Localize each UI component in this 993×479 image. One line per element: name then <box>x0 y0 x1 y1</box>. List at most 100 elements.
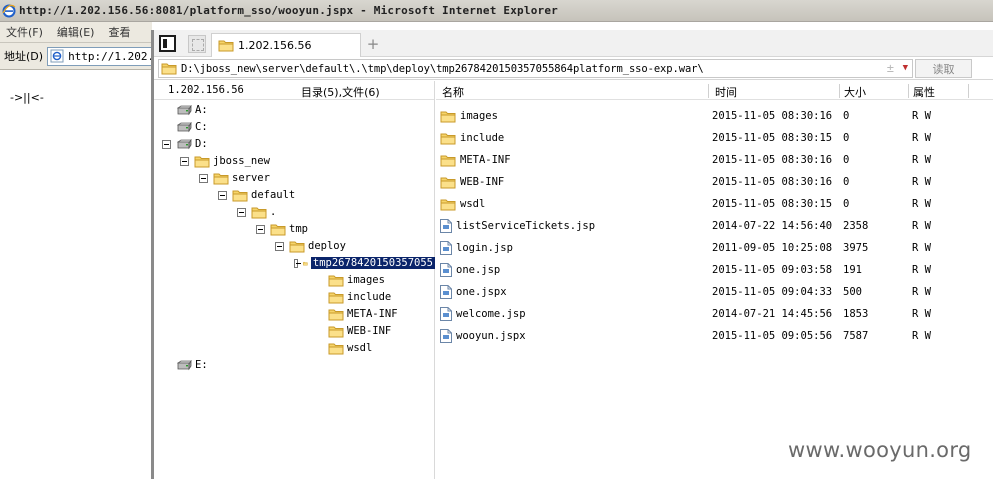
add-tab-button[interactable]: + <box>365 35 381 53</box>
path-bar: D:\jboss_new\server\default\.\tmp\deploy… <box>154 57 993 80</box>
ie-window-title: http://1.202.156.56:8081/platform_sso/wo… <box>19 4 558 17</box>
tree-node-meta-inf[interactable]: META-INF <box>328 306 398 322</box>
tree-node-drive-c[interactable]: C: <box>176 119 208 135</box>
file-name: login.jsp <box>456 242 513 254</box>
tree-count: 目录(5),文件(6) <box>301 86 380 99</box>
cell-name: listServiceTickets.jsp <box>440 219 595 233</box>
collapse-toggle-icon[interactable] <box>218 190 227 200</box>
folder-icon <box>232 189 248 202</box>
cell-attr: R W <box>912 220 931 232</box>
collapse-toggle-icon[interactable] <box>199 173 208 183</box>
menu-view[interactable]: 查看 <box>108 24 130 40</box>
cell-attr: R W <box>912 242 931 254</box>
folder-icon <box>251 206 267 219</box>
read-button[interactable]: 读取 <box>915 59 972 78</box>
file-name: one.jsp <box>456 264 501 276</box>
file-manager-window: 1.202.156.56 + D:\jboss_new\server\defau… <box>151 30 993 479</box>
panel-toggle-icon[interactable] <box>159 35 176 52</box>
cell-attr: R W <box>912 176 931 188</box>
table-row[interactable]: listServiceTickets.jsp 2014-07-22 14:56:4… <box>436 215 993 237</box>
tab-host[interactable]: 1.202.156.56 <box>211 33 361 57</box>
tree-node-drive-e[interactable]: E: <box>176 357 208 373</box>
directory-tree: 1.202.156.56 目录(5),文件(6) A: C: D: jboss_… <box>154 81 435 479</box>
tree-node-tmp[interactable]: tmp <box>256 221 308 237</box>
chevron-down-icon[interactable]: ▼ <box>903 63 908 73</box>
tree-node-default[interactable]: default <box>218 187 295 203</box>
file-name: META-INF <box>460 154 511 166</box>
collapse-toggle-icon[interactable] <box>180 156 189 166</box>
table-row[interactable]: images 2015-11-05 08:30:16 0 R W <box>436 105 993 127</box>
file-name: wooyun.jspx <box>456 330 526 342</box>
ie-address-bar: 地址(D) http://1.202. <box>0 43 152 70</box>
address-input[interactable]: http://1.202. <box>47 46 152 66</box>
file-icon <box>440 307 452 321</box>
collapse-toggle-icon[interactable] <box>294 258 302 268</box>
cell-size: 2358 <box>843 220 869 232</box>
file-name: WEB-INF <box>460 176 505 188</box>
column-header-name[interactable]: 名称 <box>442 84 464 100</box>
file-icon <box>440 241 452 255</box>
tree-node-server[interactable]: server <box>199 170 270 186</box>
table-row[interactable]: one.jsp 2015-11-05 09:03:58 191 R W <box>436 259 993 281</box>
cell-size: 0 <box>843 132 850 144</box>
menu-file[interactable]: 文件(F) <box>6 24 43 40</box>
cell-time: 2015-11-05 08:30:16 <box>712 176 833 188</box>
drive-icon <box>176 139 192 150</box>
column-divider[interactable] <box>908 84 909 98</box>
menu-edit[interactable]: 编辑(E) <box>57 24 95 40</box>
collapse-toggle-icon[interactable] <box>237 207 246 217</box>
column-header-size[interactable]: 大小 <box>844 84 866 100</box>
cell-name: include <box>440 132 504 145</box>
tree-node-wsdl[interactable]: wsdl <box>328 340 372 356</box>
cell-time: 2015-11-05 09:04:33 <box>712 286 833 298</box>
folder-icon <box>328 325 344 338</box>
tree-node-deploy[interactable]: deploy <box>275 238 346 254</box>
cell-size: 0 <box>843 198 850 210</box>
tree-node-label: D: <box>195 138 208 150</box>
table-row[interactable]: wsdl 2015-11-05 08:30:15 0 R W <box>436 193 993 215</box>
address-label: 地址(D) <box>4 50 44 63</box>
file-name: wsdl <box>460 198 486 210</box>
column-divider[interactable] <box>968 84 969 98</box>
path-input[interactable]: D:\jboss_new\server\default\.\tmp\deploy… <box>158 59 913 78</box>
tree-node-web-inf[interactable]: WEB-INF <box>328 323 391 339</box>
tree-node-jboss-new[interactable]: jboss_new <box>180 153 270 169</box>
table-row[interactable]: WEB-INF 2015-11-05 08:30:16 0 R W <box>436 171 993 193</box>
cell-attr: R W <box>912 110 931 122</box>
tree-node-include[interactable]: include <box>328 289 391 305</box>
table-row[interactable]: META-INF 2015-11-05 08:30:16 0 R W <box>436 149 993 171</box>
tree-node-label: images <box>347 274 385 286</box>
table-row[interactable]: welcome.jsp 2014-07-21 14:45:56 1853 R W <box>436 303 993 325</box>
folder-icon <box>440 176 456 189</box>
path-option-icon[interactable]: ± <box>887 61 894 75</box>
tree-node-images[interactable]: images <box>328 272 385 288</box>
cell-name: welcome.jsp <box>440 307 526 321</box>
blank-tab-icon[interactable] <box>188 35 206 53</box>
column-divider[interactable] <box>839 84 840 98</box>
tree-node-dot[interactable]: . <box>237 204 276 220</box>
table-row[interactable]: include 2015-11-05 08:30:15 0 R W <box>436 127 993 149</box>
collapse-toggle-icon[interactable] <box>162 139 171 149</box>
tree-node-drive-d[interactable]: D: <box>162 136 208 152</box>
tree-node-tmp-war-selected[interactable]: tmp2678420150357055 <box>294 255 435 271</box>
table-row[interactable]: login.jsp 2011-09-05 10:25:08 3975 R W <box>436 237 993 259</box>
drive-icon <box>176 122 192 133</box>
cell-size: 0 <box>843 110 850 122</box>
tree-node-label: E: <box>195 359 208 371</box>
cell-attr: R W <box>912 154 931 166</box>
path-value: D:\jboss_new\server\default\.\tmp\deploy… <box>181 62 704 75</box>
tree-node-drive-a[interactable]: A: <box>176 102 208 118</box>
table-row[interactable]: one.jspx 2015-11-05 09:04:33 500 R W <box>436 281 993 303</box>
column-header-attr[interactable]: 属性 <box>913 84 935 100</box>
ie-page-content: ->||<- <box>0 71 151 479</box>
column-divider[interactable] <box>708 84 709 98</box>
folder-icon <box>303 257 308 270</box>
folder-icon <box>213 172 229 185</box>
table-row[interactable]: wooyun.jspx 2015-11-05 09:05:56 7587 R W <box>436 325 993 347</box>
column-header-time[interactable]: 时间 <box>715 84 737 100</box>
collapse-toggle-icon[interactable] <box>256 224 265 234</box>
collapse-toggle-icon[interactable] <box>275 241 284 251</box>
folder-icon <box>440 154 456 167</box>
tree-node-label: deploy <box>308 240 346 252</box>
page-ie-icon <box>50 49 64 63</box>
